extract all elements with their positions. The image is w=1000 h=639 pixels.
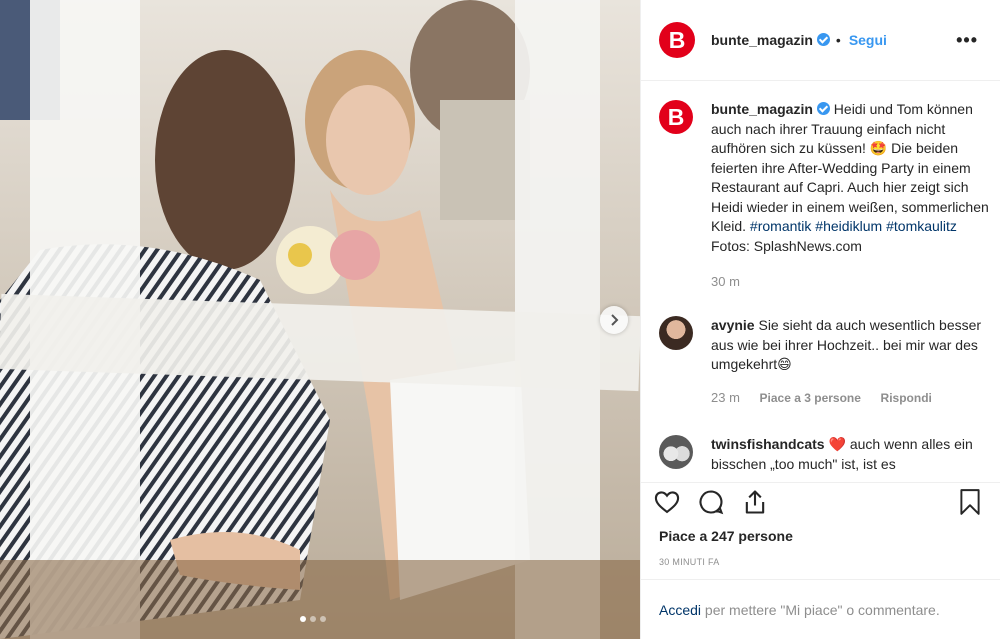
verified-badge-icon <box>816 33 830 46</box>
comment-body: avynie Sie sieht da auch wesentlich bess… <box>711 316 989 408</box>
profile-avatar[interactable]: B <box>659 22 695 58</box>
avatar-letter: B <box>668 26 686 53</box>
username-text[interactable]: bunte_magazin <box>711 32 813 48</box>
follow-button[interactable]: Segui <box>849 32 887 48</box>
reply-button[interactable]: Rispondi <box>881 391 932 405</box>
carousel-dot <box>320 616 326 622</box>
photo-illustration <box>0 0 640 639</box>
comment-meta: 23 m Piace a 3 persone Rispondi <box>711 388 989 409</box>
likes-count[interactable]: Piace a 247 persone <box>659 528 793 544</box>
caption-body: bunte_magazin Heidi und Tom können auch … <box>711 100 989 292</box>
post-timestamp: 30 MINUTI FA <box>659 557 720 567</box>
heart-emoji-icon: ❤️ <box>828 436 846 452</box>
comment-time[interactable]: 23 m <box>711 390 740 405</box>
chevron-right-icon <box>611 314 619 326</box>
like-heart-icon[interactable] <box>653 488 681 516</box>
separator-dot: • <box>835 32 841 48</box>
hashtag-link[interactable]: #heidiklum <box>815 218 882 234</box>
caption-time[interactable]: 30 m <box>711 274 740 289</box>
verified-badge-icon <box>816 102 830 115</box>
caption-username[interactable]: bunte_magazin <box>711 101 813 117</box>
avatar-letter: B <box>667 103 685 130</box>
share-icon[interactable] <box>741 488 769 516</box>
hashtag-link[interactable]: #romantik <box>750 218 811 234</box>
comments-list: B bunte_magazin Heidi und Tom können auc… <box>641 82 1000 482</box>
hashtag-link[interactable]: #tomkaulitz <box>886 218 957 234</box>
caption-text: Heidi und Tom können auch nach ihrer Tra… <box>711 101 989 234</box>
login-prompt-text: per mettere "Mi piace" o commentare. <box>704 602 940 618</box>
comment-body: twinsfishandcats ❤️ auch wenn alles ein … <box>711 435 989 474</box>
caption-meta: 30 m <box>711 272 989 292</box>
comment-icon[interactable] <box>697 488 725 516</box>
next-slide-button[interactable] <box>600 306 628 334</box>
divider <box>641 482 1000 483</box>
caption-avatar[interactable]: B <box>659 100 693 134</box>
more-options-icon[interactable]: ••• <box>956 30 978 51</box>
post-header: B bunte_magazin • Segui ••• <box>641 0 1000 81</box>
comment-likes[interactable]: Piace a 3 persone <box>760 391 861 405</box>
commenter-avatar[interactable] <box>659 316 693 350</box>
login-link[interactable]: Accedi <box>659 602 701 618</box>
carousel-dot <box>300 616 306 622</box>
post-photo <box>0 0 640 639</box>
caption-credit: Fotos: SplashNews.com <box>711 237 862 254</box>
action-bar <box>653 488 993 516</box>
carousel-dot <box>310 616 316 622</box>
post-sidebar: B bunte_magazin • Segui ••• B bunte_maga… <box>640 0 1000 639</box>
comment-username[interactable]: avynie <box>711 317 755 333</box>
bookmark-icon[interactable] <box>957 488 983 516</box>
header-username[interactable]: bunte_magazin <box>711 32 830 48</box>
carousel-indicator <box>300 616 326 622</box>
comment-username[interactable]: twinsfishandcats <box>711 436 825 452</box>
instagram-post-modal: B bunte_magazin • Segui ••• B bunte_maga… <box>0 0 1000 639</box>
login-prompt: Accedi per mettere "Mi piace" o commenta… <box>641 579 1000 639</box>
commenter-avatar[interactable] <box>659 435 693 469</box>
